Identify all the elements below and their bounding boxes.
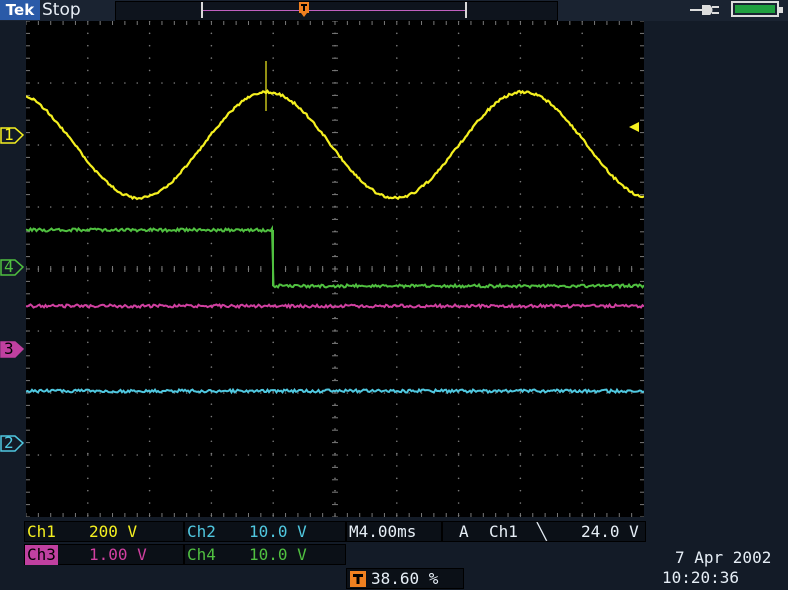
trigger-position-readout[interactable]: 38.60 % <box>346 568 464 589</box>
ch4-readout[interactable]: Ch4 10.0 V <box>184 544 346 565</box>
trigger-level: 24.0 V <box>581 522 639 542</box>
ch4-trace <box>26 229 644 288</box>
falling-edge-icon: ╲ <box>537 522 547 542</box>
ch1-readout[interactable]: Ch1 200 V <box>24 521 184 542</box>
ch2-ground-marker[interactable]: 2 <box>0 435 24 452</box>
trigger-readout[interactable]: A Ch1 ╲ 24.0 V <box>442 521 646 542</box>
ch2-trace <box>26 390 644 393</box>
trigger-source: Ch1 <box>489 522 518 542</box>
acquisition-state: Stop <box>42 0 81 20</box>
graticule <box>26 21 644 517</box>
power-plug-icon <box>690 4 720 16</box>
ch4-label: Ch4 <box>187 545 216 565</box>
ch1-ground-marker[interactable]: 1 <box>0 127 24 144</box>
ch2-label: Ch2 <box>187 522 216 542</box>
ch3-ground-marker[interactable]: 3 <box>0 341 24 358</box>
status-area: Ch1 200 V Ch2 10.0 V M4.00ms A Ch1 ╲ 24.… <box>0 520 788 590</box>
ch2-scale: 10.0 V <box>249 522 307 542</box>
date: 7 Apr 2002 <box>675 548 771 568</box>
ch3-label: Ch3 <box>25 545 58 565</box>
trigger-t-icon <box>350 571 366 587</box>
tek-logo: Tek <box>0 0 40 20</box>
ch2-readout[interactable]: Ch2 10.0 V <box>184 521 346 542</box>
trigger-level-arrow-icon <box>628 121 640 133</box>
ch4-scale: 10.0 V <box>249 545 307 565</box>
waveform-display <box>26 21 644 517</box>
ch1-scale: 200 V <box>89 522 137 542</box>
record-trigger-icon <box>298 1 310 18</box>
ch4-ground-marker[interactable]: 4 <box>0 259 24 276</box>
battery-icon <box>731 1 779 17</box>
timebase-value: M4.00ms <box>349 522 416 542</box>
time: 10:20:36 <box>662 568 739 588</box>
ch1-label: Ch1 <box>27 522 56 542</box>
record-view-line <box>203 10 465 11</box>
ch3-readout[interactable]: Ch3 1.00 V <box>24 544 184 565</box>
ch3-scale: 1.00 V <box>89 545 147 565</box>
timebase-readout[interactable]: M4.00ms <box>346 521 442 542</box>
trigger-position-value: 38.60 % <box>371 569 438 589</box>
top-bar: Tek Stop <box>0 0 788 21</box>
trigger-mode: A <box>459 522 469 542</box>
